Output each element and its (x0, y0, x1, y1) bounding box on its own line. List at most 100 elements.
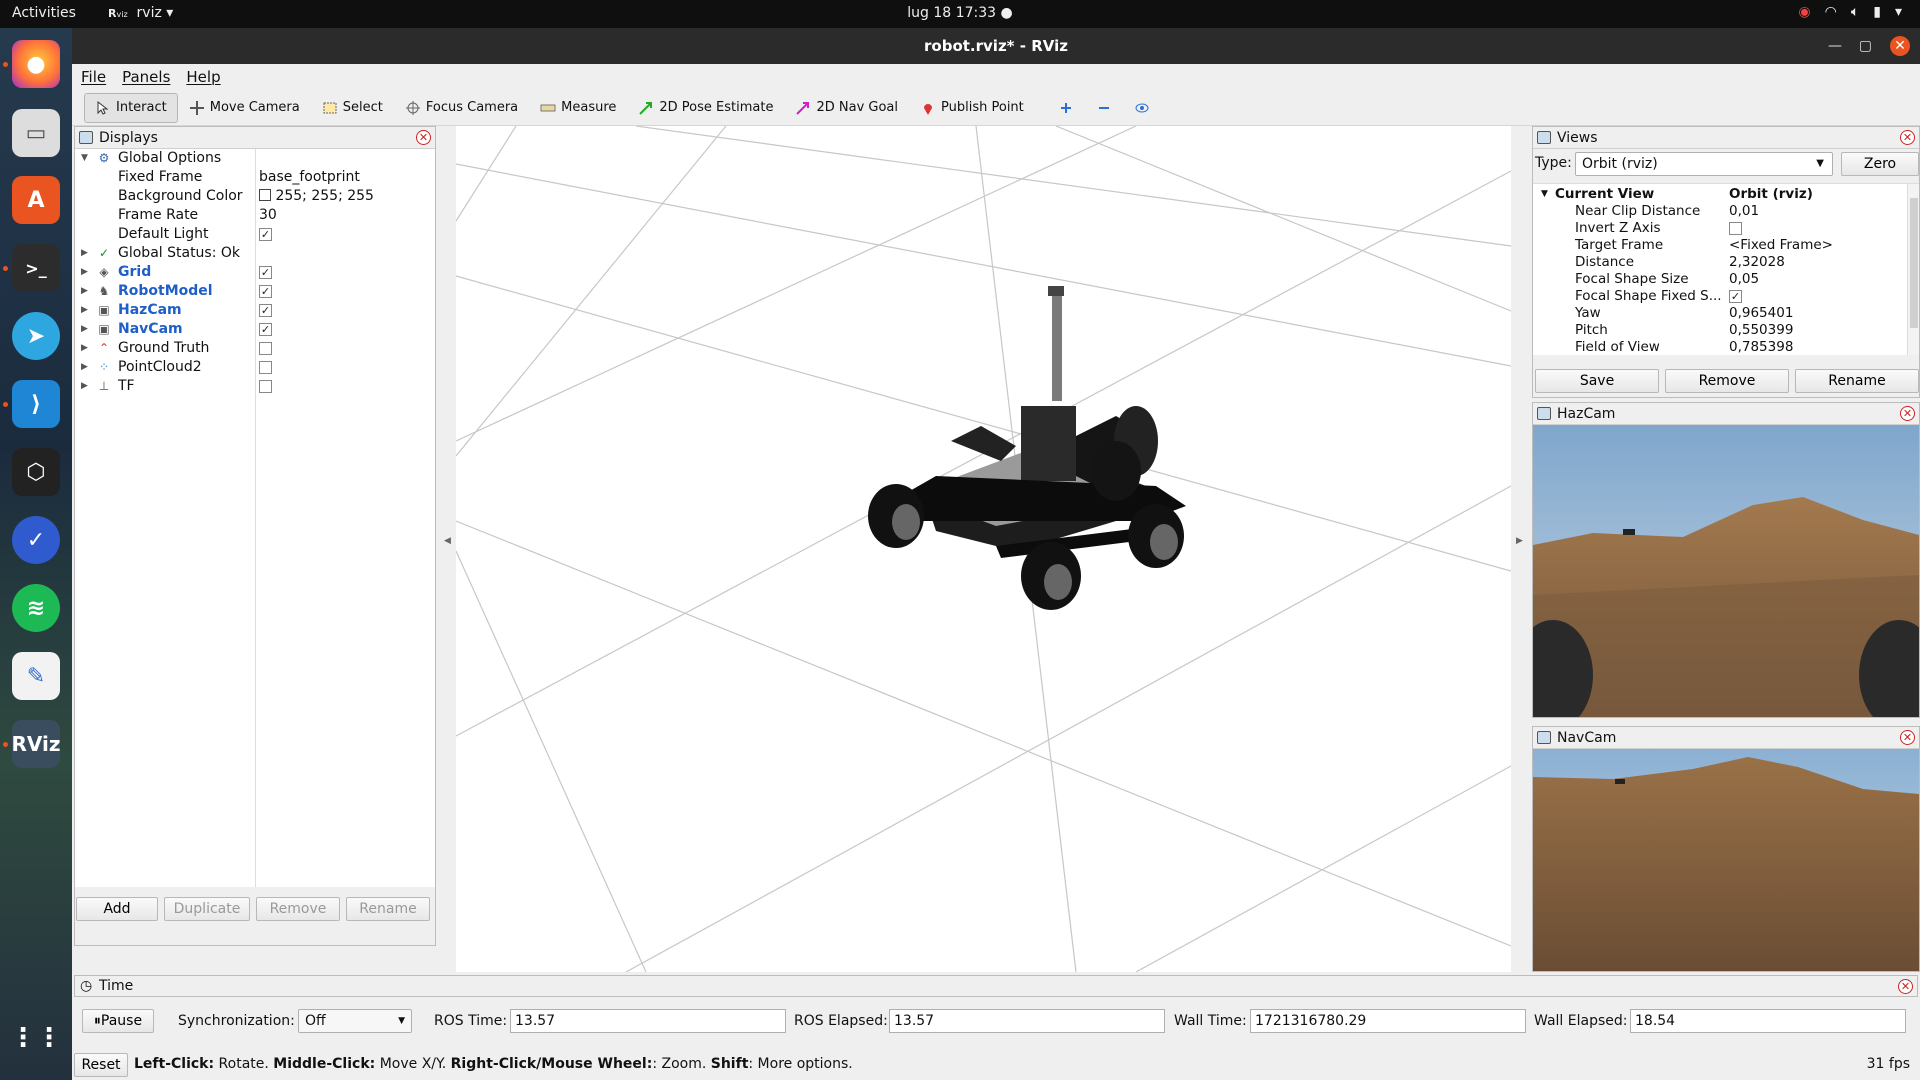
menu-file[interactable]: File (81, 64, 106, 90)
close-icon[interactable]: ✕ (1890, 36, 1910, 56)
tree-row-ground-truth[interactable]: ▶ ⌃ Ground Truth (75, 339, 435, 358)
rviz-icon[interactable]: RViz (11, 720, 61, 768)
frame-rate-value[interactable]: 30 (259, 206, 277, 225)
close-panel-icon[interactable]: ✕ (1900, 730, 1915, 745)
near-clip-row[interactable]: Near Clip Distance 0,01 (1533, 203, 1903, 220)
tree-row-pointcloud2[interactable]: ▶ ⁘ PointCloud2 (75, 358, 435, 377)
tf-checkbox[interactable] (259, 380, 272, 393)
collapse-left-handle-icon[interactable]: ◀ (444, 536, 451, 546)
zero-button[interactable]: Zero (1841, 152, 1919, 176)
yaw-value[interactable]: 0,965401 (1729, 305, 1793, 322)
terminal-icon[interactable]: >_ (12, 244, 60, 292)
collapsed-arrow-icon[interactable]: ▶ (81, 358, 91, 377)
target-frame-row[interactable]: Target Frame <Fixed Frame> (1533, 237, 1903, 254)
telegram-icon[interactable]: ➤ (12, 312, 60, 360)
firefox-icon[interactable]: ● (12, 40, 60, 88)
interact-tool[interactable]: Interact (84, 92, 178, 123)
stacks-icon[interactable]: ⬡ (12, 448, 60, 496)
collapsed-arrow-icon[interactable]: ▶ (81, 339, 91, 358)
focus-camera-tool[interactable]: Focus Camera (394, 93, 529, 123)
scrollbar-thumb[interactable] (1910, 198, 1918, 328)
remove-display-button[interactable]: Remove (256, 897, 340, 921)
save-view-button[interactable]: Save (1535, 369, 1659, 393)
tasks-icon[interactable]: ✓ (12, 516, 60, 564)
tree-row-hazcam[interactable]: ▶ ▣ HazCam ✓ (75, 301, 435, 320)
focal-shape-fixed-checkbox[interactable]: ✓ (1729, 290, 1742, 303)
collapsed-arrow-icon[interactable]: ▶ (81, 244, 91, 263)
fov-row[interactable]: Field of View 0,785398 (1533, 339, 1903, 355)
default-light-checkbox[interactable]: ✓ (259, 228, 272, 241)
tree-row-background-color[interactable]: Background Color 255; 255; 255 (75, 187, 435, 206)
expanded-arrow-icon[interactable]: ▼ (1541, 186, 1548, 203)
close-panel-icon[interactable]: ✕ (1900, 406, 1915, 421)
publish-point-tool[interactable]: Publish Point (909, 93, 1035, 123)
select-tool[interactable]: Select (311, 93, 394, 123)
remove-tool-button[interactable] (1085, 93, 1123, 123)
navcam-checkbox[interactable]: ✓ (259, 323, 272, 336)
app-center-icon[interactable]: A (12, 176, 60, 224)
ros-elapsed-field[interactable]: 13.57 (889, 1009, 1165, 1033)
menu-help[interactable]: Help (186, 64, 220, 90)
pitch-row[interactable]: Pitch 0,550399 (1533, 322, 1903, 339)
pitch-value[interactable]: 0,550399 (1729, 322, 1793, 339)
yaw-row[interactable]: Yaw 0,965401 (1533, 305, 1903, 322)
vscode-icon[interactable]: ⟩ (12, 380, 60, 428)
tree-row-robotmodel[interactable]: ▶ ♞ RobotModel ✓ (75, 282, 435, 301)
expanded-arrow-icon[interactable]: ▼ (81, 149, 91, 168)
ground-truth-checkbox[interactable] (259, 342, 272, 355)
current-view-row[interactable]: ▼ Current View Orbit (rviz) (1533, 186, 1903, 203)
tree-row-frame-rate[interactable]: Frame Rate 30 (75, 206, 435, 225)
menu-panels[interactable]: Panels (122, 64, 170, 90)
add-display-button[interactable]: Add (76, 897, 158, 921)
minimize-icon[interactable]: — (1828, 28, 1842, 64)
wall-time-field[interactable]: 1721316780.29 (1250, 1009, 1526, 1033)
move-camera-tool[interactable]: Move Camera (178, 93, 311, 123)
distance-row[interactable]: Distance 2,32028 (1533, 254, 1903, 271)
reset-button[interactable]: Reset (74, 1053, 128, 1077)
remove-view-button[interactable]: Remove (1665, 369, 1789, 393)
close-panel-icon[interactable]: ✕ (416, 130, 431, 145)
close-panel-icon[interactable]: ✕ (1898, 979, 1913, 994)
rename-view-button[interactable]: Rename (1795, 369, 1919, 393)
spotify-icon[interactable]: ≋ (12, 584, 60, 632)
collapsed-arrow-icon[interactable]: ▶ (81, 301, 91, 320)
files-icon[interactable]: ▭ (12, 109, 60, 157)
tree-row-default-light[interactable]: Default Light ✓ (75, 225, 435, 244)
tree-row-global-options[interactable]: ▼ ⚙ Global Options (75, 149, 435, 168)
near-clip-value[interactable]: 0,01 (1729, 203, 1759, 220)
focal-shape-size-value[interactable]: 0,05 (1729, 271, 1759, 288)
collapsed-arrow-icon[interactable]: ▶ (81, 282, 91, 301)
pointcloud2-checkbox[interactable] (259, 361, 272, 374)
pause-button[interactable]: ⏸︎Pause (82, 1009, 154, 1033)
hazcam-checkbox[interactable]: ✓ (259, 304, 272, 317)
ros-time-field[interactable]: 13.57 (510, 1009, 786, 1033)
measure-tool[interactable]: Measure (529, 93, 627, 123)
fixed-frame-value[interactable]: base_footprint (259, 168, 360, 187)
nav-goal-tool[interactable]: 2D Nav Goal (784, 93, 909, 123)
tree-row-global-status[interactable]: ▶ ✓ Global Status: Ok (75, 244, 435, 263)
show-apps-icon[interactable]: ⋮⋮ (10, 1014, 62, 1062)
tool-properties-button[interactable] (1123, 93, 1161, 123)
collapsed-arrow-icon[interactable]: ▶ (81, 377, 91, 396)
add-tool-button[interactable] (1047, 93, 1085, 123)
maximize-icon[interactable]: ▢ (1859, 28, 1872, 64)
rename-display-button[interactable]: Rename (346, 897, 430, 921)
invert-z-row[interactable]: Invert Z Axis (1533, 220, 1903, 237)
text-editor-icon[interactable]: ✎ (12, 652, 60, 700)
wall-elapsed-field[interactable]: 18.54 (1630, 1009, 1906, 1033)
views-scrollbar[interactable] (1907, 184, 1919, 355)
collapsed-arrow-icon[interactable]: ▶ (81, 320, 91, 339)
fov-value[interactable]: 0,785398 (1729, 339, 1793, 355)
collapsed-arrow-icon[interactable]: ▶ (81, 263, 91, 282)
focal-shape-size-row[interactable]: Focal Shape Size 0,05 (1533, 271, 1903, 288)
tree-row-tf[interactable]: ▶ ⊥ TF (75, 377, 435, 396)
sync-select[interactable]: Off ▼ (298, 1009, 412, 1033)
distance-value[interactable]: 2,32028 (1729, 254, 1785, 271)
view-type-select[interactable]: Orbit (rviz) ▼ (1575, 152, 1833, 176)
render-viewport[interactable] (456, 126, 1511, 972)
background-color-value[interactable]: 255; 255; 255 (259, 187, 374, 206)
collapse-right-handle-icon[interactable]: ▶ (1516, 536, 1523, 546)
tree-row-grid[interactable]: ▶ ◈ Grid ✓ (75, 263, 435, 282)
robotmodel-checkbox[interactable]: ✓ (259, 285, 272, 298)
target-frame-value[interactable]: <Fixed Frame> (1729, 237, 1833, 254)
